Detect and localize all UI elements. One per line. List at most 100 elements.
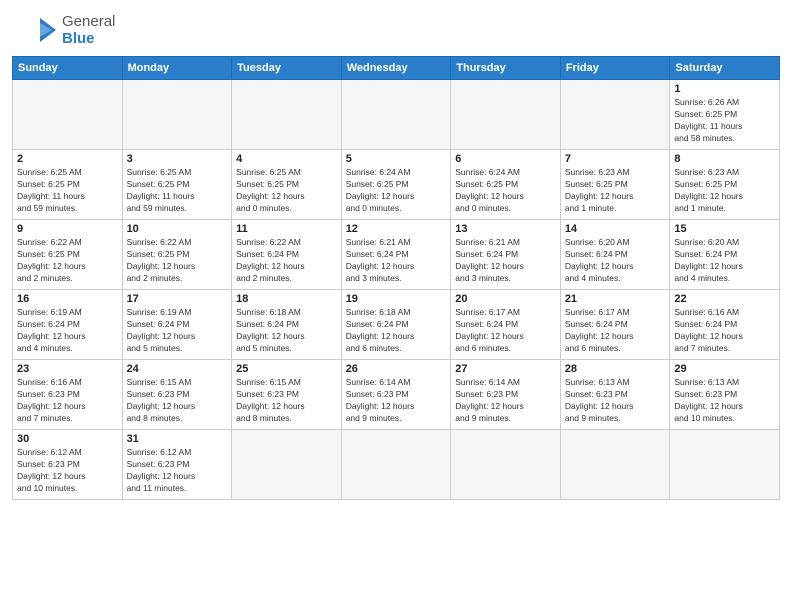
calendar-cell: 25Sunrise: 6:15 AM Sunset: 6:23 PM Dayli… <box>232 360 342 430</box>
day-info: Sunrise: 6:25 AM Sunset: 6:25 PM Dayligh… <box>127 167 228 215</box>
day-number: 10 <box>127 223 228 235</box>
weekday-header: Tuesday <box>232 57 342 80</box>
day-info: Sunrise: 6:20 AM Sunset: 6:24 PM Dayligh… <box>674 237 775 285</box>
calendar-cell: 27 Sunrise: 6:14 AM Sunset: 6:23 PM Dayli… <box>451 360 561 430</box>
day-info: Sunrise: 6:12 AM Sunset: 6:23 PM Dayligh… <box>127 447 228 495</box>
day-info: Sunrise: 6:26 AM Sunset: 6:25 PM Dayligh… <box>674 97 775 145</box>
day-info: Sunrise: 6:12 AM Sunset: 6:23 PM Dayligh… <box>17 447 118 495</box>
logo: GeneralBlue <box>12 10 115 50</box>
day-number: 6 <box>455 153 556 165</box>
day-number: 27 <box>455 363 556 375</box>
day-number: 24 <box>127 363 228 375</box>
day-number: 2 <box>17 153 118 165</box>
calendar-cell <box>122 80 232 150</box>
calendar-cell: 14 Sunrise: 6:20 AM Sunset: 6:24 PM Dayli… <box>560 220 670 290</box>
day-number: 11 <box>236 223 337 235</box>
calendar-cell: 31 Sunrise: 6:12 AM Sunset: 6:23 PM Dayli… <box>122 430 232 500</box>
calendar-cell <box>232 80 342 150</box>
day-info: Sunrise: 6:14 AM Sunset: 6:23 PM Dayligh… <box>346 377 447 425</box>
weekday-header: Sunday <box>13 57 123 80</box>
day-number: 29 <box>674 363 775 375</box>
calendar-cell <box>341 430 451 500</box>
weekday-header: Saturday <box>670 57 780 80</box>
day-info: Sunrise: 6:22 AM Sunset: 6:24 PM Dayligh… <box>236 237 337 285</box>
day-info: Sunrise: 6:23 AM Sunset: 6:25 PM Dayligh… <box>565 167 666 215</box>
calendar-cell: 30 Sunrise: 6:12 AM Sunset: 6:23 PM Dayli… <box>13 430 123 500</box>
day-number: 30 <box>17 433 118 445</box>
calendar-cell: 21 Sunrise: 6:17 AM Sunset: 6:24 PM Dayli… <box>560 290 670 360</box>
day-info: Sunrise: 6:25 AM Sunset: 6:25 PM Dayligh… <box>236 167 337 215</box>
calendar-cell: 23Sunrise: 6:16 AM Sunset: 6:23 PM Dayli… <box>13 360 123 430</box>
calendar-cell: 5Sunrise: 6:24 AM Sunset: 6:25 PM Daylig… <box>341 150 451 220</box>
day-number: 3 <box>127 153 228 165</box>
calendar-cell: 28 Sunrise: 6:13 AM Sunset: 6:23 PM Dayli… <box>560 360 670 430</box>
day-info: Sunrise: 6:20 AM Sunset: 6:24 PM Dayligh… <box>565 237 666 285</box>
day-number: 17 <box>127 293 228 305</box>
calendar-cell: 22Sunrise: 6:16 AM Sunset: 6:24 PM Dayli… <box>670 290 780 360</box>
day-info: Sunrise: 6:17 AM Sunset: 6:24 PM Dayligh… <box>565 307 666 355</box>
day-info: Sunrise: 6:13 AM Sunset: 6:23 PM Dayligh… <box>565 377 666 425</box>
day-number: 14 <box>565 223 666 235</box>
calendar-cell: 2 Sunrise: 6:25 AM Sunset: 6:25 PM Daylig… <box>13 150 123 220</box>
calendar-cell: 17 Sunrise: 6:19 AM Sunset: 6:24 PM Dayli… <box>122 290 232 360</box>
calendar-cell: 7Sunrise: 6:23 AM Sunset: 6:25 PM Daylig… <box>560 150 670 220</box>
day-info: Sunrise: 6:16 AM Sunset: 6:23 PM Dayligh… <box>17 377 118 425</box>
calendar-cell <box>560 430 670 500</box>
day-info: Sunrise: 6:25 AM Sunset: 6:25 PM Dayligh… <box>17 167 118 215</box>
calendar-cell: 4 Sunrise: 6:25 AM Sunset: 6:25 PM Daylig… <box>232 150 342 220</box>
calendar-cell: 29 Sunrise: 6:13 AM Sunset: 6:23 PM Dayli… <box>670 360 780 430</box>
day-number: 8 <box>674 153 775 165</box>
calendar-cell: 8 Sunrise: 6:23 AM Sunset: 6:25 PM Daylig… <box>670 150 780 220</box>
calendar-cell: 12Sunrise: 6:21 AM Sunset: 6:24 PM Dayli… <box>341 220 451 290</box>
calendar-week-row: 1 Sunrise: 6:26 AM Sunset: 6:25 PM Daylig… <box>13 80 780 150</box>
day-number: 15 <box>674 223 775 235</box>
day-number: 18 <box>236 293 337 305</box>
calendar-cell <box>451 430 561 500</box>
calendar-cell: 19 Sunrise: 6:18 AM Sunset: 6:24 PM Dayli… <box>341 290 451 360</box>
weekday-header: Friday <box>560 57 670 80</box>
day-number: 22 <box>674 293 775 305</box>
day-info: Sunrise: 6:14 AM Sunset: 6:23 PM Dayligh… <box>455 377 556 425</box>
day-info: Sunrise: 6:22 AM Sunset: 6:25 PM Dayligh… <box>17 237 118 285</box>
day-info: Sunrise: 6:19 AM Sunset: 6:24 PM Dayligh… <box>127 307 228 355</box>
day-number: 20 <box>455 293 556 305</box>
calendar-cell: 6Sunrise: 6:24 AM Sunset: 6:25 PM Daylig… <box>451 150 561 220</box>
calendar-cell: 3 Sunrise: 6:25 AM Sunset: 6:25 PM Daylig… <box>122 150 232 220</box>
day-number: 31 <box>127 433 228 445</box>
calendar-cell: 9 Sunrise: 6:22 AM Sunset: 6:25 PM Daylig… <box>13 220 123 290</box>
calendar-cell: 10 Sunrise: 6:22 AM Sunset: 6:25 PM Dayli… <box>122 220 232 290</box>
day-number: 16 <box>17 293 118 305</box>
day-info: Sunrise: 6:23 AM Sunset: 6:25 PM Dayligh… <box>674 167 775 215</box>
calendar-table: SundayMondayTuesdayWednesdayThursdayFrid… <box>12 56 780 500</box>
calendar-cell: 11 Sunrise: 6:22 AM Sunset: 6:24 PM Dayli… <box>232 220 342 290</box>
calendar-cell: 1 Sunrise: 6:26 AM Sunset: 6:25 PM Daylig… <box>670 80 780 150</box>
calendar-cell: 20 Sunrise: 6:17 AM Sunset: 6:24 PM Dayli… <box>451 290 561 360</box>
day-info: Sunrise: 6:19 AM Sunset: 6:24 PM Dayligh… <box>17 307 118 355</box>
day-info: Sunrise: 6:18 AM Sunset: 6:24 PM Dayligh… <box>346 307 447 355</box>
calendar-week-row: 16 Sunrise: 6:19 AM Sunset: 6:24 PM Dayli… <box>13 290 780 360</box>
calendar-week-row: 30 Sunrise: 6:12 AM Sunset: 6:23 PM Dayli… <box>13 430 780 500</box>
calendar-cell <box>341 80 451 150</box>
calendar-cell <box>13 80 123 150</box>
day-info: Sunrise: 6:13 AM Sunset: 6:23 PM Dayligh… <box>674 377 775 425</box>
calendar-week-row: 23Sunrise: 6:16 AM Sunset: 6:23 PM Dayli… <box>13 360 780 430</box>
day-number: 21 <box>565 293 666 305</box>
day-number: 9 <box>17 223 118 235</box>
day-number: 28 <box>565 363 666 375</box>
day-number: 1 <box>674 83 775 95</box>
day-number: 19 <box>346 293 447 305</box>
day-info: Sunrise: 6:17 AM Sunset: 6:24 PM Dayligh… <box>455 307 556 355</box>
logo-general: General <box>62 13 115 30</box>
day-number: 4 <box>236 153 337 165</box>
day-info: Sunrise: 6:21 AM Sunset: 6:24 PM Dayligh… <box>455 237 556 285</box>
calendar-cell: 24Sunrise: 6:15 AM Sunset: 6:23 PM Dayli… <box>122 360 232 430</box>
calendar-cell <box>560 80 670 150</box>
weekday-header: Thursday <box>451 57 561 80</box>
day-number: 13 <box>455 223 556 235</box>
calendar-week-row: 2 Sunrise: 6:25 AM Sunset: 6:25 PM Daylig… <box>13 150 780 220</box>
calendar-cell <box>232 430 342 500</box>
day-number: 25 <box>236 363 337 375</box>
calendar-cell <box>670 430 780 500</box>
day-info: Sunrise: 6:22 AM Sunset: 6:25 PM Dayligh… <box>127 237 228 285</box>
day-number: 12 <box>346 223 447 235</box>
